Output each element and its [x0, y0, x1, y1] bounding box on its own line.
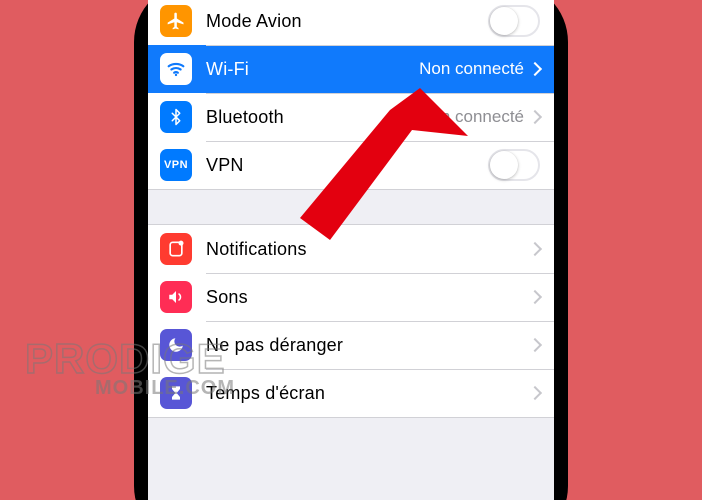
- wifi-status: Non connecté: [419, 59, 524, 79]
- notifications-icon: [160, 233, 192, 265]
- settings-screen: Mode Avion Wi-Fi Non connecté: [148, 0, 554, 500]
- row-label: Mode Avion: [206, 11, 488, 32]
- wifi-icon: [160, 53, 192, 85]
- vpn-toggle[interactable]: [488, 149, 540, 181]
- bluetooth-icon: [160, 101, 192, 133]
- sounds-icon: [160, 281, 192, 313]
- chevron-right-icon: [528, 62, 542, 76]
- row-label: Bluetooth: [206, 107, 419, 128]
- row-dnd[interactable]: Ne pas déranger: [148, 321, 554, 369]
- settings-group-connectivity: Mode Avion Wi-Fi Non connecté: [148, 0, 554, 190]
- chevron-right-icon: [528, 386, 542, 400]
- row-label: Sons: [206, 287, 530, 308]
- row-bluetooth[interactable]: Bluetooth Non connecté: [148, 93, 554, 141]
- row-label: Temps d'écran: [206, 383, 530, 404]
- airplane-icon: [160, 5, 192, 37]
- vpn-icon-text: VPN: [164, 159, 188, 171]
- row-screentime[interactable]: Temps d'écran: [148, 369, 554, 417]
- row-airplane-mode[interactable]: Mode Avion: [148, 0, 554, 45]
- row-label: Ne pas déranger: [206, 335, 530, 356]
- chevron-right-icon: [528, 338, 542, 352]
- chevron-right-icon: [528, 290, 542, 304]
- row-label: VPN: [206, 155, 488, 176]
- chevron-right-icon: [528, 110, 542, 124]
- row-notifications[interactable]: Notifications: [148, 225, 554, 273]
- row-label: Notifications: [206, 239, 530, 260]
- chevron-right-icon: [528, 242, 542, 256]
- phone-frame: Mode Avion Wi-Fi Non connecté: [136, 0, 566, 500]
- settings-list: Mode Avion Wi-Fi Non connecté: [148, 0, 554, 418]
- hourglass-icon: [160, 377, 192, 409]
- row-sounds[interactable]: Sons: [148, 273, 554, 321]
- moon-icon: [160, 329, 192, 361]
- row-label: Wi-Fi: [206, 59, 419, 80]
- bluetooth-status: Non connecté: [419, 107, 524, 127]
- row-vpn[interactable]: VPN VPN: [148, 141, 554, 189]
- row-wifi[interactable]: Wi-Fi Non connecté: [148, 45, 554, 93]
- vpn-icon: VPN: [160, 149, 192, 181]
- airplane-toggle[interactable]: [488, 5, 540, 37]
- group-gap: [148, 190, 554, 224]
- settings-group-notifications: Notifications Sons Ne: [148, 224, 554, 418]
- stage: Mode Avion Wi-Fi Non connecté: [0, 0, 702, 500]
